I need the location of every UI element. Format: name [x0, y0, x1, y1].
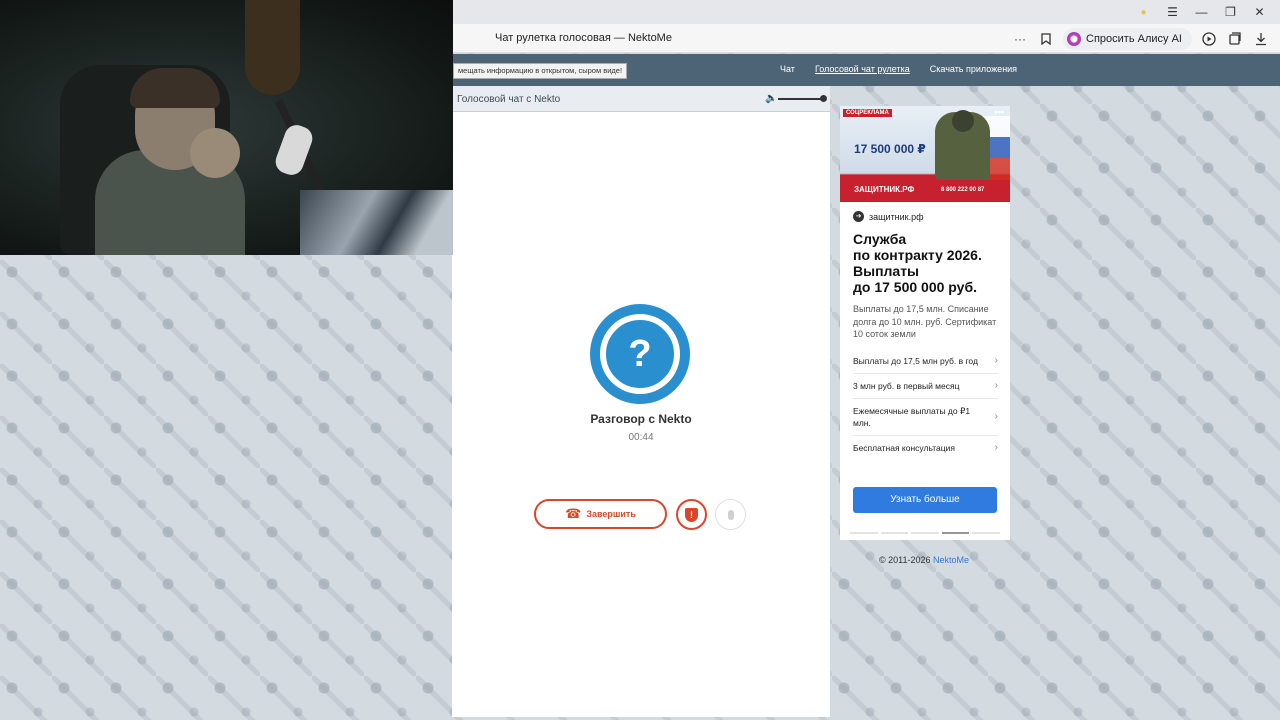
guitar-graphic [245, 0, 300, 95]
copyright-text: © 2011-2026 [879, 555, 931, 565]
chat-header: Голосовой чат с Nekto 🔈 [452, 86, 830, 112]
ad-description: Выплаты до 17,5 млн. Списание долга до 1… [853, 304, 997, 339]
call-timer: 00:44 [628, 432, 654, 443]
volume-slider-handle[interactable] [820, 95, 827, 102]
hang-up-icon: ☎ [565, 506, 582, 521]
chevron-right-icon: › [994, 380, 998, 391]
blanket-graphic [300, 190, 453, 255]
close-icon[interactable]: ✕ [1245, 5, 1274, 19]
ad-amount: 17 500 000 ₽ [854, 142, 926, 156]
person-hand-graphic [190, 128, 240, 178]
report-button[interactable]: ! [676, 499, 707, 530]
arrow-right-icon: ➔ [853, 211, 864, 222]
warning-notice: мещать информацию в открытом, сыром виде… [453, 63, 628, 79]
chat-header-title: Голосовой чат с Nekto [457, 94, 561, 105]
more-options-icon[interactable]: ··· [1011, 30, 1029, 48]
partner-avatar: ? [590, 304, 690, 404]
ask-alice-button[interactable]: Спросить Алису AI [1063, 27, 1192, 50]
carousel-dot[interactable] [880, 532, 909, 534]
carousel-dot[interactable] [911, 532, 939, 534]
ad-link-item[interactable]: Бесплатная консультация › [853, 436, 998, 460]
carousel-dot[interactable] [850, 532, 878, 534]
ad-domain-label: защитник.рф [869, 211, 924, 222]
site-navbar: мещать информацию в открытом, сыром виде… [453, 54, 1280, 86]
soldier-helmet-graphic [952, 110, 974, 132]
ad-link-label: Бесплатная консультация [853, 443, 955, 453]
media-play-icon[interactable] [1200, 30, 1218, 48]
nav-link-voice-roulette[interactable]: Голосовой чат рулетка [815, 64, 910, 74]
nav-links: Чат Голосовой чат рулетка Скачать прилож… [780, 64, 1017, 74]
chevron-right-icon: › [994, 442, 998, 453]
ad-banner-image[interactable]: СОЦРЕКЛАМА ••• 17 500 000 ₽ ЗАЩИТНИК.РФ … [840, 106, 1010, 202]
footer: © 2011-2026 NektoMe [879, 555, 969, 565]
ad-headline-line: Выплаты [853, 263, 920, 279]
address-bar: Чат рулетка голосовая — NektoMe ··· Спро… [453, 24, 1280, 53]
conversation-title: Разговор с Nekto [590, 412, 692, 426]
ad-social-mark: СОЦРЕКЛАМА [843, 109, 892, 117]
learn-more-button[interactable]: Узнать больше [853, 487, 997, 513]
ad-link-label: Ежемесячные выплаты до ₽1 млн. [853, 406, 971, 428]
menu-icon[interactable]: ☰ [1158, 5, 1187, 19]
chevron-right-icon: › [994, 411, 998, 422]
chevron-right-icon: › [994, 355, 998, 366]
microphone-icon [727, 509, 734, 520]
volume-slider[interactable] [778, 98, 824, 100]
ad-link-item[interactable]: Выплаты до 17,5 млн руб. в год › [853, 349, 998, 374]
ad-phone: 8 800 222 00 87 [941, 187, 985, 193]
minimize-icon[interactable]: — [1187, 5, 1216, 19]
webcam-overlay [0, 0, 453, 255]
ad-domain[interactable]: ➔ защитник.рф [853, 211, 924, 222]
carousel-dot[interactable] [972, 532, 1000, 534]
browser-tabstrip: ● ☰ — ❐ ✕ [453, 0, 1280, 24]
carousel-dot-active[interactable] [941, 532, 970, 534]
voice-chat-panel: Голосовой чат с Nekto 🔈 ? Разговор с Nek… [452, 86, 830, 717]
footer-link-nektome[interactable]: NektoMe [933, 555, 969, 565]
ad-link-item[interactable]: 3 млн руб. в первый месяц › [853, 374, 998, 399]
ad-link-label: 3 млн руб. в первый месяц [853, 381, 960, 391]
window-controls: ● ☰ — ❐ ✕ [1129, 0, 1274, 24]
ad-headline-line: Служба [853, 231, 907, 247]
ad-brand: ЗАЩИТНИК.РФ [854, 185, 915, 194]
address-bar-actions: ··· Спросить Алису AI [1011, 27, 1270, 50]
download-icon[interactable] [1252, 30, 1270, 48]
page-title[interactable]: Чат рулетка голосовая — NektoMe [495, 32, 672, 44]
restore-icon[interactable]: ❐ [1216, 5, 1245, 19]
ad-link-item[interactable]: Ежемесячные выплаты до ₽1 млн. › [853, 399, 998, 436]
ad-menu-icon[interactable]: ••• [995, 107, 1004, 117]
ad-block[interactable]: СОЦРЕКЛАМА ••• 17 500 000 ₽ ЗАЩИТНИК.РФ … [840, 106, 1010, 540]
ad-carousel-indicator [850, 532, 1000, 534]
nav-link-download-apps[interactable]: Скачать приложения [930, 64, 1017, 74]
person-hair-graphic [130, 68, 220, 108]
nav-link-chat[interactable]: Чат [780, 64, 795, 74]
ask-alice-label: Спросить Алису AI [1086, 32, 1182, 45]
ad-headline-line: до 17 500 000 руб. [853, 279, 977, 295]
ad-links-list: Выплаты до 17,5 млн руб. в год › 3 млн ру… [853, 349, 998, 460]
volume-icon[interactable]: 🔈 [765, 93, 777, 104]
notification-dot-icon[interactable]: ● [1129, 7, 1158, 18]
shield-icon: ! [685, 507, 698, 522]
end-call-label: Завершить [586, 509, 636, 519]
question-mark-icon: ? [600, 314, 680, 394]
collections-icon[interactable] [1226, 30, 1244, 48]
mute-microphone-button[interactable] [715, 499, 746, 530]
alice-icon [1067, 31, 1082, 46]
ad-headline[interactable]: Служба по контракту 2026. Выплаты до 17 … [853, 231, 1003, 295]
ad-headline-line: по контракту 2026. [853, 247, 982, 263]
ad-link-label: Выплаты до 17,5 млн руб. в год [853, 356, 978, 366]
end-call-button[interactable]: ☎ Завершить [534, 499, 667, 529]
bookmark-icon[interactable] [1037, 30, 1055, 48]
